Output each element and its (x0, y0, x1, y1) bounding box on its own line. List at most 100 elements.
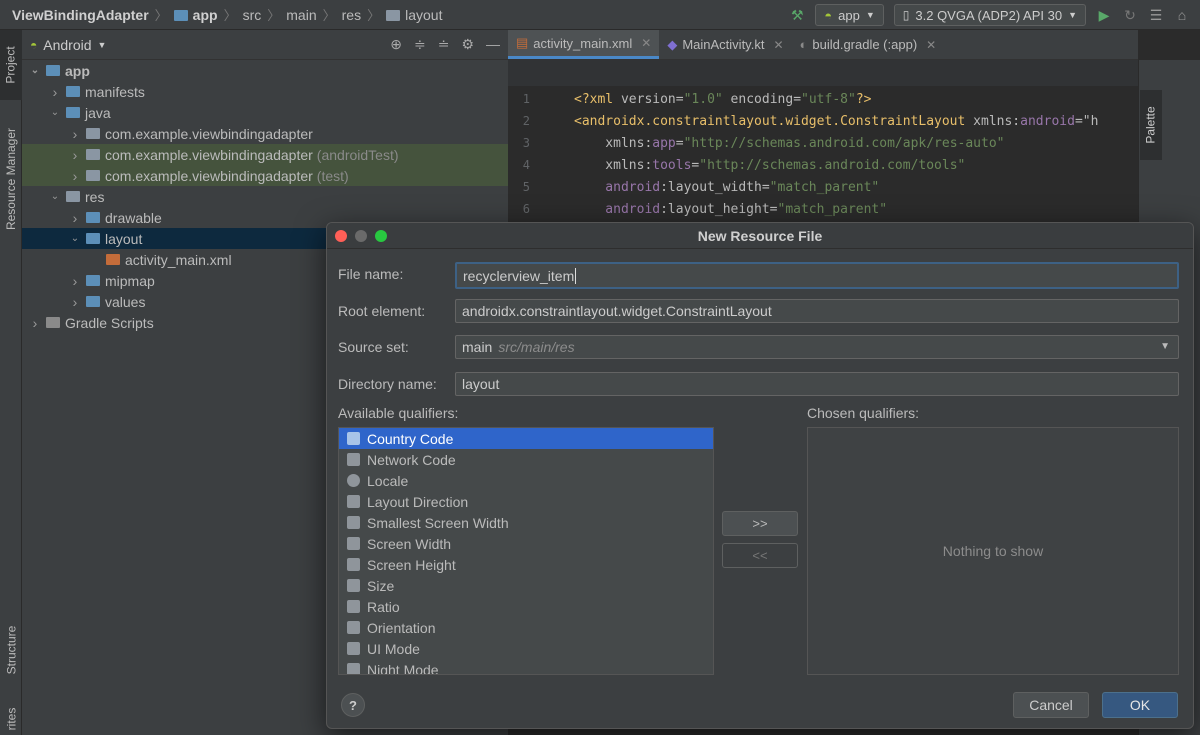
folder-icon (86, 233, 100, 244)
chevron-down-icon[interactable]: ⌄ (68, 233, 82, 244)
structure-tool-tab[interactable]: Structure (0, 615, 22, 685)
add-qualifier-button[interactable]: >> (722, 511, 798, 536)
collapse-all-icon[interactable]: ≐ (438, 36, 450, 53)
qualifier-item[interactable]: Network Code (339, 449, 713, 470)
qualifier-item[interactable]: Screen Width (339, 533, 713, 554)
code-token: <?xml (574, 91, 621, 107)
available-qualifiers-list[interactable]: Country Code Network Code Locale Layout Dir… (338, 427, 714, 675)
breadcrumb-layout-label: layout (405, 6, 443, 23)
qualifier-item[interactable]: Locale (339, 470, 713, 491)
chevron-right-icon[interactable]: › (68, 126, 82, 142)
file-name-input[interactable]: recyclerview_item (455, 262, 1179, 289)
chosen-qualifiers-list[interactable]: Nothing to show (807, 427, 1179, 675)
tree-item[interactable]: ⌄ app (22, 60, 508, 81)
breadcrumb-layout[interactable]: layout (386, 7, 442, 23)
qualifier-item[interactable]: Smallest Screen Width (339, 512, 713, 533)
breadcrumb-main[interactable]: main (286, 7, 316, 23)
screen-width-icon (347, 537, 360, 550)
breadcrumb: ViewBindingAdapter 〉 app 〉 src 〉 main 〉 … (0, 5, 442, 24)
chevron-right-icon[interactable]: › (68, 210, 82, 226)
file-type-icon: ▤ (516, 35, 529, 50)
profile-icon[interactable]: ⌂ (1174, 7, 1190, 23)
palette-tool-tab[interactable]: Palette (1140, 90, 1162, 160)
favorites-tool-tab[interactable]: rites (0, 702, 22, 735)
tree-item-label: Gradle Scripts (65, 314, 154, 331)
tree-item-label: java (85, 104, 111, 121)
qualifier-item[interactable]: Size (339, 575, 713, 596)
code-token: xmlns: (574, 157, 653, 173)
qualifier-item[interactable]: Country Code (339, 428, 713, 449)
editor-tab[interactable]: ◆ MainActivity.kt ✕ (659, 30, 791, 59)
tree-item[interactable]: ⌄ res (22, 186, 508, 207)
chevron-right-icon[interactable]: › (68, 294, 82, 310)
breadcrumb-src[interactable]: src (243, 7, 262, 23)
project-tool-tab[interactable]: Project (0, 30, 22, 100)
cancel-button[interactable]: Cancel (1013, 692, 1089, 718)
minimize-window-button[interactable] (355, 230, 367, 242)
breadcrumb-module-label: app (192, 6, 218, 23)
code-token: = (675, 135, 684, 151)
close-window-button[interactable] (335, 230, 347, 242)
code-line: 5 android:layout_width= "match_parent" (508, 176, 1134, 198)
chevron-down-icon[interactable]: ⌄ (48, 107, 62, 118)
ok-button[interactable]: OK (1102, 692, 1178, 718)
source-set-select[interactable]: main src/main/res ▼ (455, 335, 1179, 359)
code-token: android (574, 179, 661, 195)
close-icon[interactable]: ✕ (926, 38, 936, 52)
tree-item-label: com.example.viewbindingadapter (105, 167, 313, 184)
expand-all-icon[interactable]: ≑ (414, 36, 426, 53)
qualifier-item[interactable]: Screen Height (339, 554, 713, 575)
close-icon[interactable]: ✕ (773, 38, 783, 52)
tree-item[interactable]: › com.example.viewbindingadapter (androidT… (22, 144, 508, 165)
apply-changes-icon[interactable]: ↻ (1122, 7, 1138, 23)
editor-tab[interactable]: ◐ build.gradle (:app) ✕ (792, 30, 945, 59)
size-icon (347, 579, 360, 592)
tree-item-suffix: (androidTest) (316, 146, 399, 163)
qualifier-label: Size (367, 577, 395, 594)
breadcrumb-project[interactable]: ViewBindingAdapter (12, 7, 149, 23)
file-type-icon: ◆ (667, 36, 678, 52)
code-token: xmlns: (574, 135, 653, 151)
chevron-right-icon[interactable]: › (68, 273, 82, 289)
tree-item[interactable]: › com.example.viewbindingadapter (test) (22, 165, 508, 186)
device-select[interactable]: ▯ 3.2 QVGA (ADP2) API 30 ▼ (893, 4, 1086, 26)
help-button[interactable]: ? (341, 693, 365, 717)
root-element-input[interactable]: androidx.constraintlayout.widget.Constra… (455, 299, 1179, 323)
window-controls (335, 230, 387, 242)
chevron-down-icon[interactable]: ⌄ (28, 65, 42, 76)
code-token: = (691, 157, 700, 173)
hide-icon[interactable]: — (486, 36, 500, 53)
breadcrumb-module[interactable]: app (173, 6, 218, 23)
resource-manager-tab-label: Resource Manager (4, 127, 18, 231)
chevron-right-icon[interactable]: › (68, 168, 82, 184)
remove-qualifier-button[interactable]: << (722, 543, 798, 568)
qualifier-item[interactable]: Ratio (339, 596, 713, 617)
tree-item[interactable]: › com.example.viewbindingadapter (22, 123, 508, 144)
build-hammer-icon[interactable]: ⚒ (789, 7, 805, 23)
resource-manager-tool-tab[interactable]: Resource Manager (0, 114, 22, 244)
chevron-right-icon[interactable]: › (68, 147, 82, 163)
gear-icon[interactable]: ⚙ (461, 36, 474, 53)
tree-item-label: res (85, 188, 105, 205)
qualifier-item[interactable]: Night Mode (339, 659, 713, 674)
sync-icon[interactable]: ☰ (1148, 7, 1164, 23)
tree-item-label: layout (105, 230, 143, 247)
run-icon[interactable]: ▶ (1096, 7, 1112, 23)
zoom-window-button[interactable] (375, 230, 387, 242)
qualifier-item[interactable]: UI Mode (339, 638, 713, 659)
close-icon[interactable]: ✕ (641, 36, 651, 50)
tree-item[interactable]: ⌄ java (22, 102, 508, 123)
editor-tab-label: build.gradle (:app) (812, 37, 918, 52)
run-config-select[interactable]: ◓ app ▼ (815, 4, 884, 26)
breadcrumb-res[interactable]: res (342, 7, 361, 23)
chevron-down-icon[interactable]: ⌄ (48, 191, 62, 202)
chevron-right-icon[interactable]: › (48, 84, 62, 100)
tree-item[interactable]: › manifests (22, 81, 508, 102)
locate-icon[interactable]: ⊕ (390, 36, 402, 53)
directory-name-input[interactable]: layout (455, 372, 1179, 396)
qualifier-item[interactable]: Layout Direction (339, 491, 713, 512)
code-token: android (1020, 113, 1075, 129)
qualifier-item[interactable]: Orientation (339, 617, 713, 638)
chevron-right-icon[interactable]: › (28, 315, 42, 331)
editor-tab[interactable]: ▤ activity_main.xml ✕ (508, 30, 660, 59)
